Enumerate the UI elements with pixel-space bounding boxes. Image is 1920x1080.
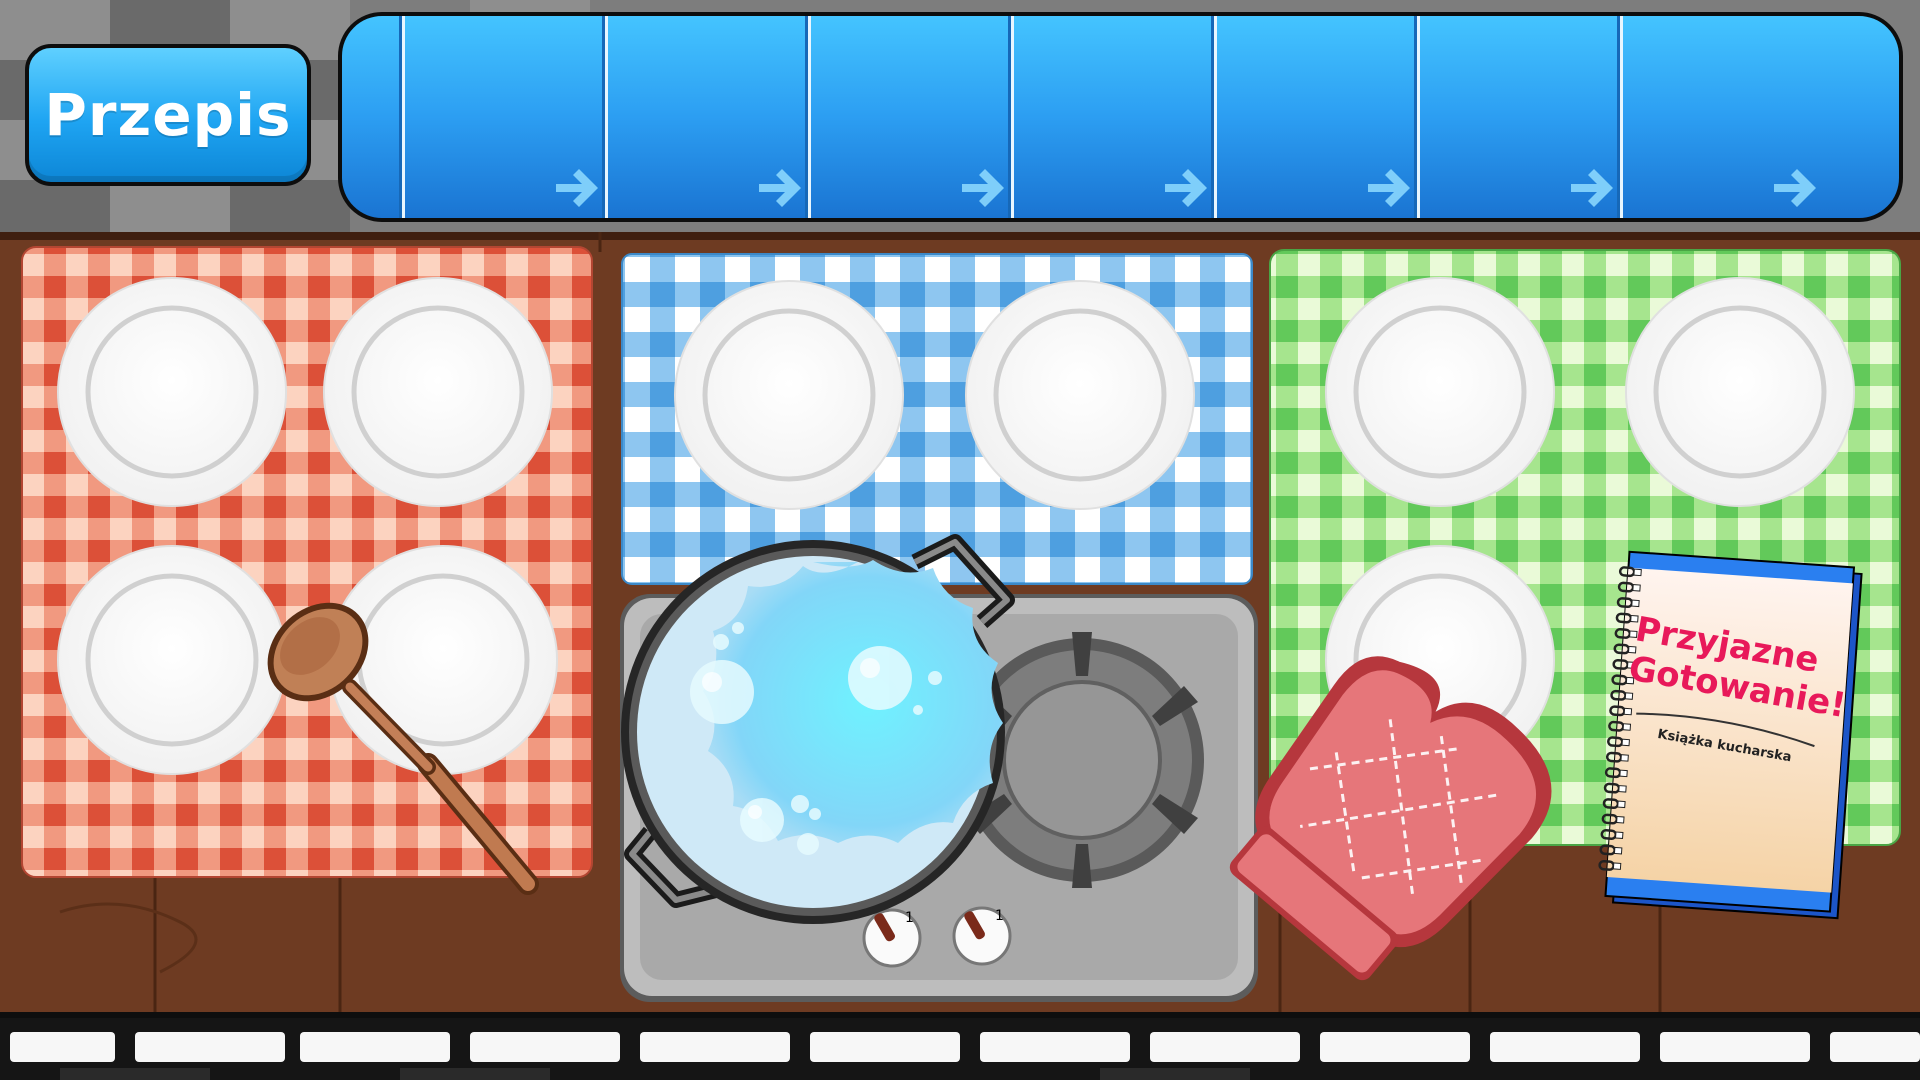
stove-knob-left[interactable]: 1 — [862, 908, 922, 968]
recipe-step-slot[interactable] — [808, 16, 1014, 218]
recipe-step-slot[interactable] — [1620, 16, 1826, 218]
plate[interactable] — [57, 545, 287, 775]
plate[interactable] — [1625, 277, 1855, 507]
knob-value-right: 1 — [995, 908, 1004, 924]
arrow-right-icon — [1368, 169, 1410, 207]
recipe-step-slot[interactable] — [402, 16, 608, 218]
plate[interactable] — [57, 277, 287, 507]
recipe-steps-bar — [338, 12, 1903, 222]
recipe-step-slot[interactable] — [1011, 16, 1217, 218]
plate[interactable] — [674, 280, 904, 510]
arrow-right-icon — [1571, 169, 1613, 207]
recipe-step-slot[interactable] — [1417, 16, 1623, 218]
plate[interactable] — [965, 280, 1195, 510]
cookbook[interactable]: Przyjazne Gotowanie! Książka kucharska — [1587, 545, 1867, 927]
plate[interactable] — [1325, 277, 1555, 507]
cooking-pot[interactable] — [621, 534, 1015, 924]
stove-knob-right[interactable]: 1 — [952, 906, 1012, 966]
recipe-step-slot[interactable] — [1214, 16, 1420, 218]
arrow-right-icon — [1165, 169, 1207, 207]
knob-value-left: 1 — [905, 910, 914, 926]
plate[interactable] — [323, 277, 553, 507]
arrow-right-icon — [556, 169, 598, 207]
arrow-right-icon — [759, 169, 801, 207]
recipe-button[interactable]: Przepis — [25, 44, 311, 186]
kitchen-floor — [0, 1018, 1920, 1080]
arrow-right-icon — [962, 169, 1004, 207]
recipe-button-label: Przepis — [44, 81, 292, 149]
arrow-right-icon — [1774, 169, 1816, 207]
recipe-step-slot[interactable] — [605, 16, 811, 218]
